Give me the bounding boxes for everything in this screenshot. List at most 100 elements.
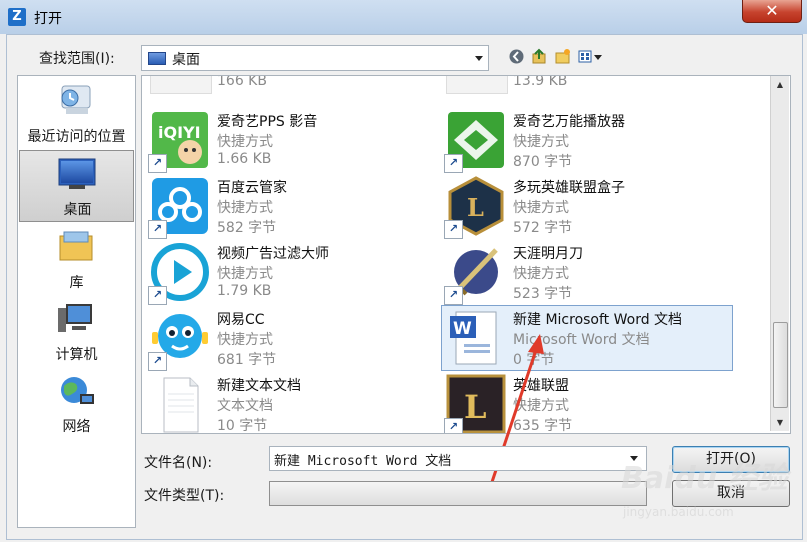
libraries-icon: [56, 230, 96, 264]
place-label: 网络: [62, 419, 91, 435]
place-label: 桌面: [63, 202, 92, 218]
file-type: 快捷方式: [513, 134, 569, 150]
list-item[interactable]: ↗ 爱奇艺万能播放器 快捷方式 870 字节: [442, 108, 732, 173]
place-label: 计算机: [55, 347, 98, 363]
shortcut-arrow-icon: ↗: [148, 352, 167, 371]
file-size: 572 字节: [513, 220, 573, 236]
text-document-icon: [150, 374, 210, 433]
file-size: 523 字节: [513, 286, 573, 302]
file-type: 文本文档: [217, 398, 273, 414]
chevron-down-icon[interactable]: [475, 56, 483, 61]
file-type: 快捷方式: [513, 266, 569, 282]
place-computer[interactable]: 计算机: [19, 296, 134, 366]
shortcut-arrow-icon: ↗: [148, 286, 167, 305]
file-size: 1.66 KB: [217, 151, 272, 167]
svg-text:iQIYI: iQIYI: [158, 123, 201, 142]
filetype-combo[interactable]: [269, 481, 647, 506]
file-name: 百度云管家: [217, 180, 287, 196]
list-item[interactable]: ↗ 天涯明月刀 快捷方式 523 字节: [442, 240, 732, 305]
list-item[interactable]: ↗ 视频广告过滤大师 快捷方式 1.79 KB: [146, 240, 436, 305]
file-type: 快捷方式: [217, 266, 273, 282]
filename-value: 新建 Microsoft Word 文档: [274, 454, 452, 469]
cancel-button[interactable]: 取消: [672, 480, 790, 507]
new-folder-icon[interactable]: [554, 48, 571, 65]
list-item[interactable]: ↗ 百度云管家 快捷方式 582 字节: [146, 174, 436, 239]
place-network[interactable]: 网络: [19, 368, 134, 438]
file-name: 爱奇艺PPS 影音: [217, 114, 318, 130]
file-size: 681 字节: [217, 352, 277, 368]
word-document-icon: W: [446, 308, 506, 368]
file-name: 网易CC: [217, 312, 265, 328]
file-size: 870 字节: [513, 154, 573, 170]
open-button[interactable]: 打开(O): [672, 446, 790, 473]
scroll-down-icon[interactable]: ▼: [771, 414, 789, 431]
file-type: 快捷方式: [217, 134, 273, 150]
network-icon: [56, 374, 96, 408]
lookin-combo[interactable]: 桌面: [141, 45, 489, 71]
file-name: 视频广告过滤大师: [217, 246, 329, 262]
title-bar: Z 打开 ✕: [0, 0, 807, 34]
svg-text:L: L: [467, 193, 484, 222]
file-type: 快捷方式: [513, 398, 569, 414]
list-item[interactable]: 166 KB: [146, 75, 436, 94]
place-desktop[interactable]: 桌面: [19, 150, 134, 222]
chevron-down-icon[interactable]: [630, 456, 638, 461]
file-name: 多玩英雄联盟盒子: [513, 180, 625, 196]
list-item[interactable]: 新建文本文档 文本文档 10 字节: [146, 372, 436, 434]
file-size: 1.79 KB: [217, 283, 272, 299]
file-icon: [150, 76, 212, 94]
place-libraries[interactable]: 库: [19, 224, 134, 294]
desktop-icon: [148, 52, 166, 65]
file-type: 快捷方式: [513, 200, 569, 216]
recent-places-icon: [56, 84, 96, 118]
scroll-up-icon[interactable]: ▲: [771, 76, 789, 93]
lookin-label: 查找范围(I):: [39, 51, 115, 67]
file-type: 快捷方式: [217, 332, 273, 348]
app-logo-icon: Z: [8, 8, 26, 26]
list-item[interactable]: iQIYI ↗ 爱奇艺PPS 影音 快捷方式 1.66 KB: [146, 108, 436, 173]
close-button[interactable]: ✕: [742, 0, 802, 23]
list-item[interactable]: ↗ 网易CC 快捷方式 681 字节: [146, 306, 436, 371]
file-size: 10 字节: [217, 418, 268, 434]
file-size: 13.9 KB: [513, 75, 568, 89]
file-type: 快捷方式: [217, 200, 273, 216]
shortcut-arrow-icon: ↗: [444, 418, 463, 433]
shortcut-arrow-icon: ↗: [444, 220, 463, 239]
place-label: 库: [69, 275, 84, 291]
scrollbar-thumb[interactable]: [773, 322, 788, 408]
place-recent[interactable]: 最近访问的位置: [19, 78, 134, 148]
view-menu-icon[interactable]: [578, 48, 604, 65]
computer-icon: [56, 302, 96, 336]
list-item-selected[interactable]: W 新建 Microsoft Word 文档 Microsoft Word 文档…: [441, 305, 733, 371]
filetype-label: 文件类型(T):: [144, 488, 225, 504]
lookin-value: 桌面: [172, 52, 200, 68]
file-size: 0 字节: [513, 352, 555, 368]
file-name: 天涯明月刀: [513, 246, 583, 262]
list-item[interactable]: L ↗ 多玩英雄联盟盒子 快捷方式 572 字节: [442, 174, 732, 239]
up-folder-icon[interactable]: [531, 48, 548, 65]
file-size: 582 字节: [217, 220, 277, 236]
desktop-icon: [57, 157, 97, 191]
file-icon: [446, 76, 508, 94]
shortcut-arrow-icon: ↗: [444, 154, 463, 173]
place-label: 最近访问的位置: [27, 129, 126, 145]
file-name: 新建文本文档: [217, 378, 301, 394]
shortcut-arrow-icon: ↗: [444, 286, 463, 305]
file-name: 英雄联盟: [513, 378, 569, 394]
places-bar: 最近访问的位置 桌面 库 计算机 网络: [17, 75, 136, 528]
svg-text:L: L: [464, 388, 487, 426]
back-icon[interactable]: [508, 48, 525, 65]
svg-text:W: W: [453, 319, 472, 339]
shortcut-arrow-icon: ↗: [148, 220, 167, 239]
file-type: Microsoft Word 文档: [513, 332, 650, 348]
vertical-scrollbar[interactable]: ▲ ▼: [770, 76, 789, 431]
file-size: 166 KB: [217, 75, 267, 89]
filename-combo[interactable]: 新建 Microsoft Word 文档: [269, 446, 647, 471]
shortcut-arrow-icon: ↗: [148, 154, 167, 173]
list-item[interactable]: 13.9 KB: [442, 75, 732, 94]
file-name: 新建 Microsoft Word 文档: [513, 312, 683, 328]
file-list[interactable]: 166 KB 13.9 KB iQIYI ↗ 爱奇艺PPS 影音 快捷方式 1.…: [141, 75, 791, 434]
file-name: 爱奇艺万能播放器: [513, 114, 625, 130]
window-title: 打开: [34, 11, 62, 27]
list-item[interactable]: L ↗ 英雄联盟 快捷方式 635 字节: [442, 372, 732, 433]
